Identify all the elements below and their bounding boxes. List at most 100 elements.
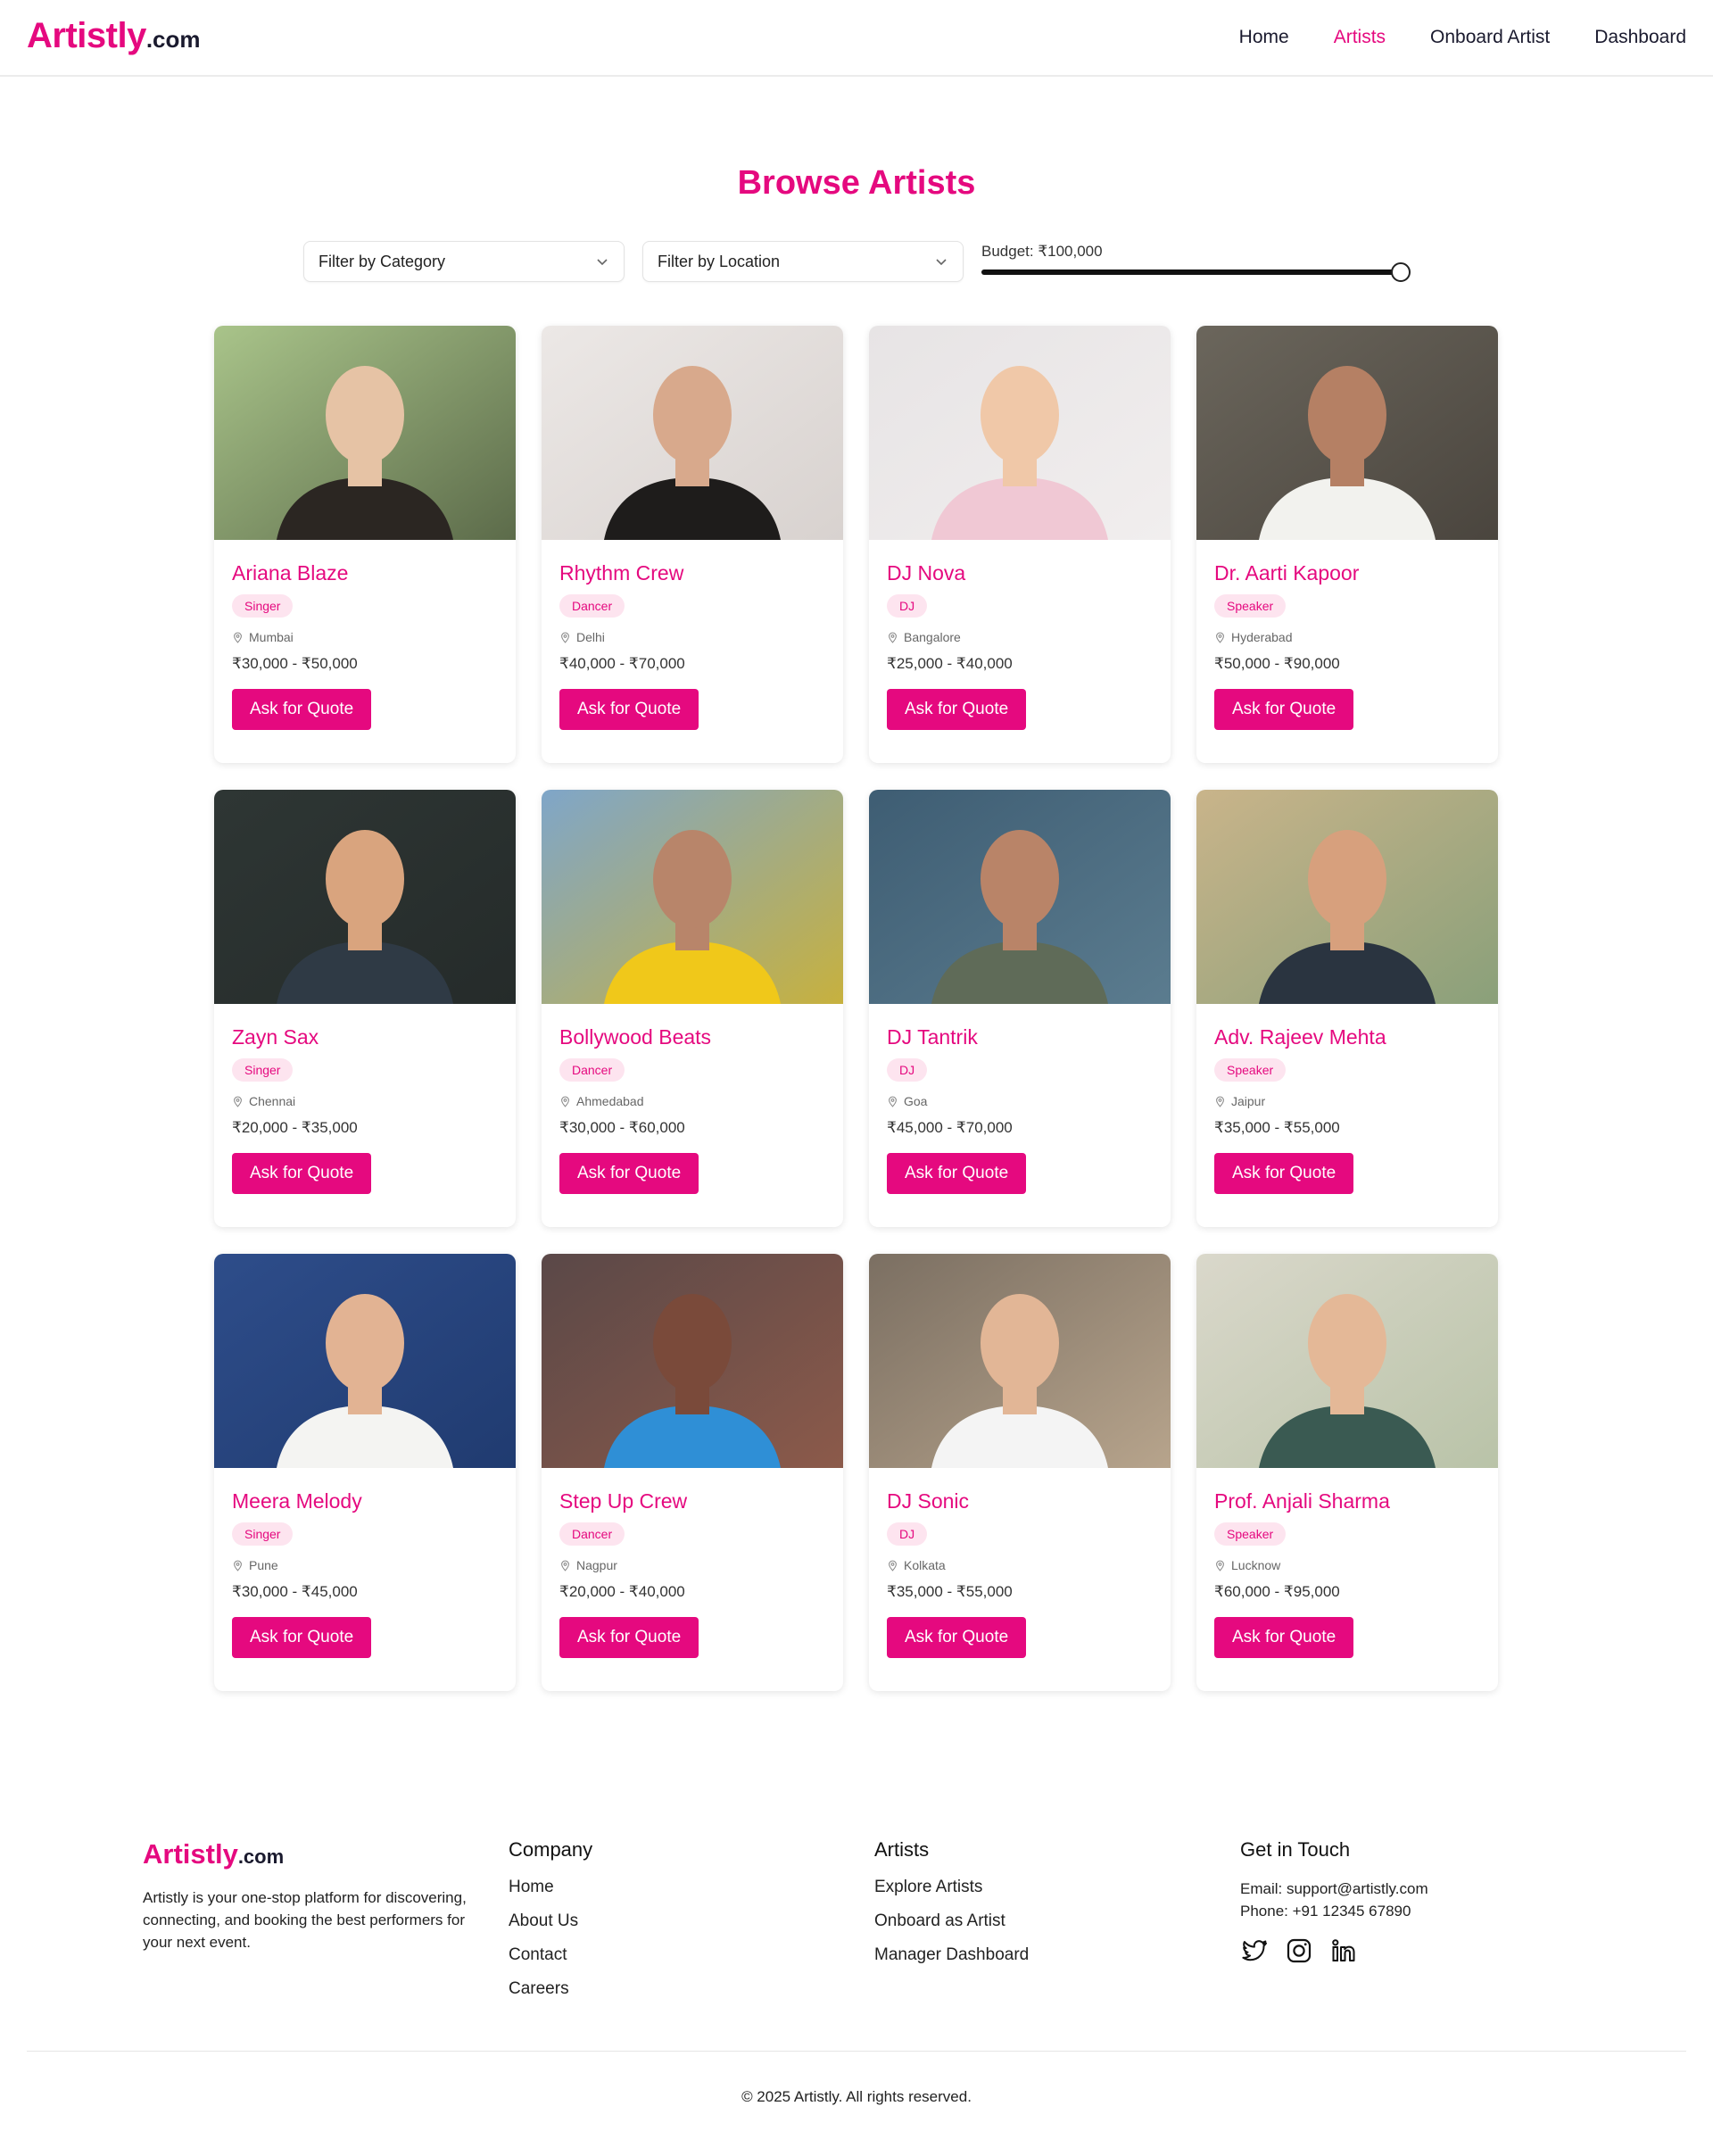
map-pin-icon <box>889 1096 897 1107</box>
ask-for-quote-button[interactable]: Ask for Quote <box>559 1617 699 1658</box>
artist-name[interactable]: Dr. Aarti Kapoor <box>1214 561 1480 585</box>
linkedin-icon[interactable] <box>1329 1936 1358 1965</box>
footer-artists-title: Artists <box>874 1838 930 1861</box>
category-filter-label: Filter by Category <box>319 252 446 270</box>
artist-photo <box>1196 326 1498 540</box>
artist-name[interactable]: Meera Melody <box>232 1489 498 1513</box>
artist-photo <box>1196 790 1498 1004</box>
logo-tld: .com <box>145 26 201 53</box>
artist-name[interactable]: Ariana Blaze <box>232 561 498 585</box>
footer-logo-tld: .com <box>237 1845 285 1868</box>
page-title: Browse Artists <box>737 164 976 202</box>
ask-for-quote-button[interactable]: Ask for Quote <box>232 1153 372 1194</box>
twitter-icon[interactable] <box>1240 1936 1269 1965</box>
artist-name[interactable]: Rhythm Crew <box>559 561 825 585</box>
copyright-text: © 2025 Artistly. All rights reserved. <box>741 2088 972 2105</box>
instagram-icon[interactable] <box>1285 1936 1313 1965</box>
ask-for-quote-button[interactable]: Ask for Quote <box>232 689 372 730</box>
artist-name[interactable]: Adv. Rajeev Mehta <box>1214 1025 1480 1049</box>
artist-location-text: Lucknow <box>1231 1558 1281 1572</box>
nav-dashboard[interactable]: Dashboard <box>1594 27 1686 48</box>
artist-price-range: ₹35,000 - ₹55,000 <box>1214 1119 1340 1136</box>
artist-location: Jaipur <box>1214 1094 1480 1108</box>
artist-category-badge: Singer <box>232 1058 294 1082</box>
budget-slider-fill <box>981 270 1401 275</box>
ask-for-quote-button[interactable]: Ask for Quote <box>1214 1153 1354 1194</box>
footer-link-explore-artists[interactable]: Explore Artists <box>874 1878 1029 1897</box>
artist-card: DJ Nova DJ Bangalore ₹25,000 - ₹40,000 A… <box>869 326 1171 763</box>
social-links <box>1240 1936 1428 1965</box>
artist-category-badge: Speaker <box>1214 594 1287 618</box>
site-logo[interactable]: Artistly.com <box>27 16 201 56</box>
location-filter-label: Filter by Location <box>658 252 781 270</box>
nav-home[interactable]: Home <box>1239 27 1289 48</box>
ask-for-quote-button[interactable]: Ask for Quote <box>887 1617 1027 1658</box>
budget-slider-track[interactable] <box>981 262 1411 282</box>
artist-category-badge: DJ <box>887 1522 928 1546</box>
logo-brand: Artistly <box>27 16 146 55</box>
artist-card: Zayn Sax Singer Chennai ₹20,000 - ₹35,00… <box>214 790 516 1227</box>
nav-artists[interactable]: Artists <box>1334 27 1386 48</box>
artist-name[interactable]: Step Up Crew <box>559 1489 825 1513</box>
artist-location: Delhi <box>559 630 825 644</box>
artist-location-text: Ahmedabad <box>576 1094 644 1108</box>
ask-for-quote-button[interactable]: Ask for Quote <box>559 1153 699 1194</box>
artist-card: Rhythm Crew Dancer Delhi ₹40,000 - ₹70,0… <box>542 326 843 763</box>
footer-link-careers[interactable]: Careers <box>509 1979 592 1999</box>
artist-price-range: ₹30,000 - ₹50,000 <box>232 655 358 672</box>
artist-card: Dr. Aarti Kapoor Speaker Hyderabad ₹50,0… <box>1196 326 1498 763</box>
footer-email: Email: support@artistly.com <box>1240 1880 1428 1897</box>
map-pin-icon <box>561 632 569 643</box>
portrait-image <box>214 790 516 1004</box>
ask-for-quote-button[interactable]: Ask for Quote <box>232 1617 372 1658</box>
footer-link-contact[interactable]: Contact <box>509 1945 592 1965</box>
footer-link-manager-dashboard[interactable]: Manager Dashboard <box>874 1945 1029 1965</box>
footer-link-onboard-artist[interactable]: Onboard as Artist <box>874 1911 1029 1931</box>
artist-location-text: Delhi <box>576 630 605 644</box>
artist-photo <box>542 790 843 1004</box>
artist-name[interactable]: DJ Sonic <box>887 1489 1153 1513</box>
artist-price-range: ₹30,000 - ₹45,000 <box>232 1583 358 1600</box>
artist-location: Bangalore <box>887 630 1153 644</box>
artist-price-range: ₹35,000 - ₹55,000 <box>887 1583 1013 1600</box>
location-filter-select[interactable]: Filter by Location <box>642 241 964 282</box>
portrait-image <box>869 1254 1171 1468</box>
ask-for-quote-button[interactable]: Ask for Quote <box>559 689 699 730</box>
footer-divider <box>27 2051 1686 2052</box>
artist-name[interactable]: DJ Tantrik <box>887 1025 1153 1049</box>
ask-for-quote-button[interactable]: Ask for Quote <box>887 689 1027 730</box>
artist-location-text: Hyderabad <box>1231 630 1293 644</box>
artist-name[interactable]: Bollywood Beats <box>559 1025 825 1049</box>
artist-category-badge: Singer <box>232 1522 294 1546</box>
artist-price-range: ₹30,000 - ₹60,000 <box>559 1119 685 1136</box>
footer-artists-column: Artists Explore Artists Onboard as Artis… <box>874 1838 1029 1979</box>
artist-category-badge: DJ <box>887 1058 928 1082</box>
artist-location-text: Chennai <box>249 1094 296 1108</box>
ask-for-quote-button[interactable]: Ask for Quote <box>1214 1617 1354 1658</box>
ask-for-quote-button[interactable]: Ask for Quote <box>1214 689 1354 730</box>
footer-logo[interactable]: Artistly.com <box>143 1838 284 1870</box>
artist-name[interactable]: Prof. Anjali Sharma <box>1214 1489 1480 1513</box>
portrait-image <box>542 326 843 540</box>
map-pin-icon <box>1216 632 1224 643</box>
map-pin-icon <box>561 1096 569 1107</box>
artist-photo <box>869 790 1171 1004</box>
portrait-image <box>1196 790 1498 1004</box>
artist-name[interactable]: Zayn Sax <box>232 1025 498 1049</box>
portrait-image <box>214 1254 516 1468</box>
footer-link-home[interactable]: Home <box>509 1878 592 1897</box>
budget-slider-thumb[interactable] <box>1391 262 1411 282</box>
footer-description: Artistly is your one-stop platform for d… <box>143 1889 467 1951</box>
ask-for-quote-button[interactable]: Ask for Quote <box>887 1153 1027 1194</box>
map-pin-icon <box>889 1560 897 1571</box>
artist-price-range: ₹60,000 - ₹95,000 <box>1214 1583 1340 1600</box>
artist-location-text: Goa <box>904 1094 928 1108</box>
footer-link-about[interactable]: About Us <box>509 1911 592 1931</box>
category-filter-select[interactable]: Filter by Category <box>303 241 625 282</box>
artist-grid: Ariana Blaze Singer Mumbai ₹30,000 - ₹50… <box>214 326 1499 1691</box>
nav-onboard-artist[interactable]: Onboard Artist <box>1430 27 1550 48</box>
artist-price-range: ₹25,000 - ₹40,000 <box>887 655 1013 672</box>
artist-name[interactable]: DJ Nova <box>887 561 1153 585</box>
site-footer: Artistly.com Artistly is your one-stop p… <box>0 1820 1713 2156</box>
artist-location: Mumbai <box>232 630 498 644</box>
